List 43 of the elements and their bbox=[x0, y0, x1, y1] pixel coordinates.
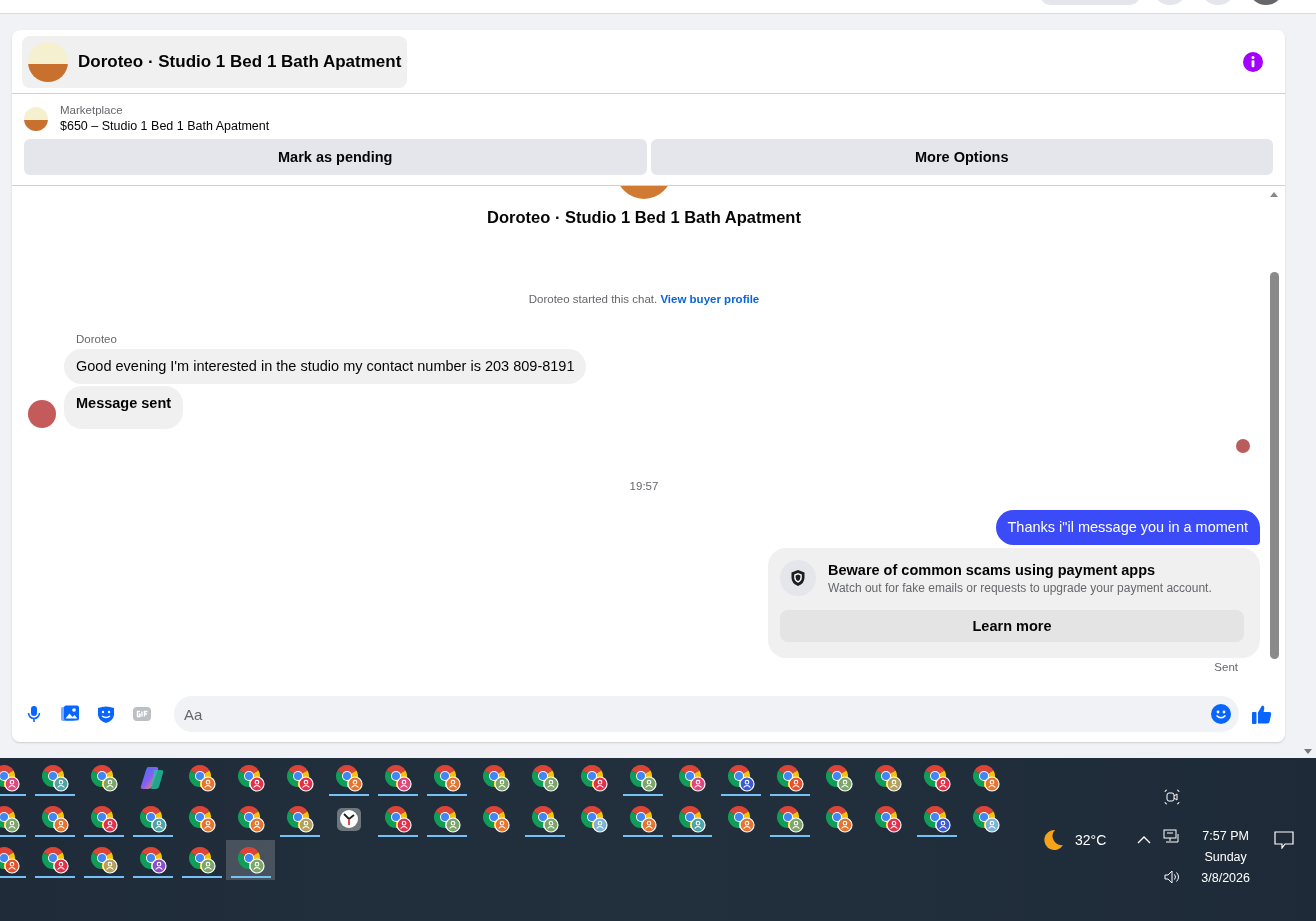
message-timestamp: 19:57 bbox=[628, 480, 660, 492]
listing-action-button[interactable]: Mark as pending bbox=[24, 139, 647, 175]
listing-photo-placeholder bbox=[24, 106, 48, 131]
buyer-profile-link[interactable]: View buyer profile bbox=[660, 293, 760, 305]
learn-more-button[interactable]: Learn more bbox=[780, 610, 1244, 642]
listing-label: Marketplace bbox=[60, 104, 124, 116]
notification-icon[interactable] bbox=[1273, 830, 1294, 849]
photo-icon[interactable] bbox=[60, 704, 80, 724]
scroll-up-arrow-icon[interactable] bbox=[1270, 192, 1278, 197]
moon-icon[interactable] bbox=[1042, 828, 1064, 851]
clock-day[interactable]: Sunday bbox=[1204, 849, 1247, 864]
message-bubble: Good evening I'm interested in the studio my contact number is 203 809-8191 bbox=[64, 349, 587, 384]
weather-temperature[interactable]: 32°C bbox=[1075, 831, 1107, 848]
clock-date[interactable]: 3/8/2026 bbox=[1201, 870, 1250, 885]
chat-title-button[interactable]: Doroteo · Studio 1 Bed 1 Bath Apatment bbox=[22, 35, 408, 88]
chat-intro-text: Doroteo started this chat. View buyer profile bbox=[527, 293, 761, 305]
notice-title: Beware of common scams using payment apps bbox=[828, 561, 1157, 578]
sender-name: Doroteo bbox=[76, 333, 118, 345]
avatar bbox=[28, 400, 56, 428]
taskbar-app-button[interactable] bbox=[226, 840, 275, 880]
message-bubble: Thanks i"il message you in a moment bbox=[995, 510, 1260, 545]
sticker-icon[interactable] bbox=[96, 704, 116, 724]
clock-icon bbox=[334, 805, 363, 833]
chevron-up-icon[interactable] bbox=[1137, 835, 1152, 844]
conversation-title: Doroteo · Studio 1 Bed 1 Bath Apatment bbox=[486, 208, 802, 227]
thumbs-up-icon[interactable] bbox=[1251, 703, 1273, 725]
message-status: Sent bbox=[1214, 661, 1238, 673]
message-input[interactable]: Aa bbox=[174, 696, 1239, 732]
notice-text: Watch out for fake emails or requests to upgrade your payment account. bbox=[828, 580, 1212, 595]
network-icon[interactable] bbox=[1163, 828, 1182, 845]
chat-title: Doroteo · Studio 1 Bed 1 Bath Apatment bbox=[78, 51, 402, 72]
read-receipt-avatar bbox=[1236, 439, 1250, 453]
listing-title: $650 – Studio 1 Bed 1 Bath Apatment bbox=[60, 119, 270, 133]
shield-icon bbox=[780, 560, 816, 596]
message-bubble: Message sent bbox=[64, 386, 184, 429]
emoji-icon[interactable] bbox=[1211, 704, 1231, 724]
camera-icon[interactable] bbox=[1164, 788, 1181, 805]
info-icon[interactable] bbox=[1243, 51, 1263, 72]
listing-action-button[interactable]: More Options bbox=[650, 139, 1273, 175]
scrollbar-thumb[interactable] bbox=[1269, 272, 1279, 659]
volume-icon[interactable] bbox=[1163, 868, 1182, 885]
clock-time[interactable]: 7:57 PM bbox=[1202, 828, 1249, 843]
listing-photo-placeholder bbox=[28, 41, 68, 82]
